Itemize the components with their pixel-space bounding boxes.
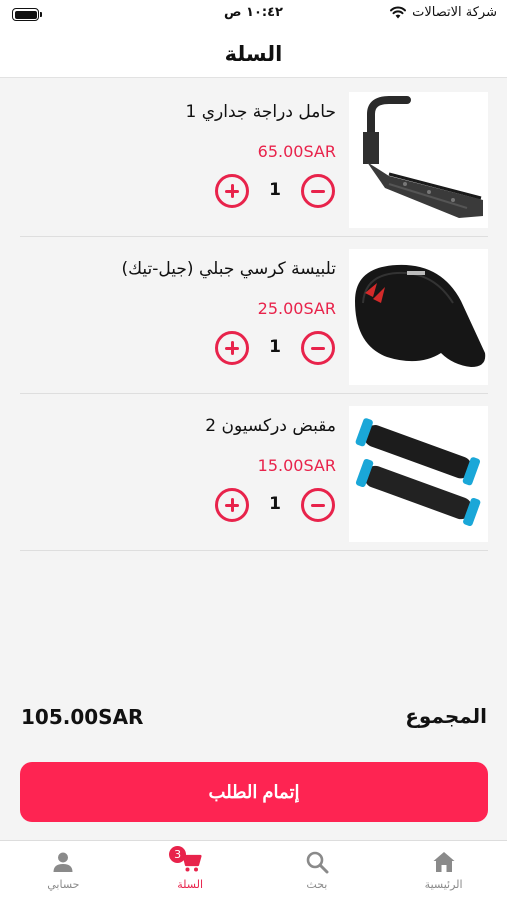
- total-value: 105.00SAR: [21, 705, 144, 729]
- decrease-quantity-button[interactable]: [301, 488, 335, 522]
- tab-label: حسابي: [47, 878, 80, 891]
- wall-bike-hanger-image: [349, 92, 488, 228]
- checkout-label: إتمام الطلب: [208, 781, 300, 802]
- handlebar-grips-image: [349, 406, 488, 542]
- page-title: السلة: [224, 41, 283, 66]
- tab-cart[interactable]: 3 السلة: [127, 841, 254, 900]
- carrier-label: شركة الاتصالات: [412, 5, 497, 20]
- status-carrier: شركة الاتصالات: [389, 5, 497, 20]
- user-icon: [53, 852, 73, 872]
- gel-seat-cover-image: [349, 249, 488, 385]
- tab-label: السلة: [177, 878, 203, 891]
- tab-bar: حسابي 3 السلة بحث الرئيسية: [0, 840, 507, 900]
- wifi-icon: [390, 6, 407, 19]
- item-price: 15.00SAR: [257, 456, 336, 475]
- cart-item[interactable]: مقبض دركسيون 2 15.00SAR 1: [20, 394, 488, 551]
- item-price: 65.00SAR: [257, 142, 336, 161]
- cart-count-badge: 3: [169, 846, 187, 863]
- item-name: تلبيسة كرسي جبلي (جيل-تيك): [121, 259, 336, 279]
- decrease-quantity-button[interactable]: [301, 174, 335, 208]
- tab-home[interactable]: الرئيسية: [380, 841, 507, 900]
- search-icon: [306, 851, 329, 874]
- status-bar: ١٠:٤٢ ص شركة الاتصالات: [0, 0, 507, 30]
- increase-quantity-button[interactable]: [215, 174, 249, 208]
- quantity-value: 1: [269, 494, 281, 514]
- item-name: مقبض دركسيون 2: [205, 416, 336, 436]
- nav-bar: السلة: [0, 30, 507, 78]
- decrease-quantity-button[interactable]: [301, 331, 335, 365]
- quantity-stepper: 1: [215, 174, 335, 208]
- cart-item[interactable]: حامل دراجة جداري 1 65.00SAR 1: [20, 80, 488, 237]
- total-label: المجموع: [405, 704, 487, 728]
- tab-label: الرئيسية: [424, 878, 463, 891]
- quantity-stepper: 1: [215, 488, 335, 522]
- tab-account[interactable]: حسابي: [0, 841, 127, 900]
- checkout-button[interactable]: إتمام الطلب: [20, 762, 488, 822]
- cart-item[interactable]: تلبيسة كرسي جبلي (جيل-تيك) 25.00SAR 1: [20, 237, 488, 394]
- tab-label: بحث: [306, 878, 328, 891]
- increase-quantity-button[interactable]: [215, 488, 249, 522]
- quantity-stepper: 1: [215, 331, 335, 365]
- item-price: 25.00SAR: [257, 299, 336, 318]
- tab-search[interactable]: بحث: [254, 841, 381, 900]
- item-name: حامل دراجة جداري 1: [185, 102, 336, 122]
- quantity-value: 1: [269, 180, 281, 200]
- home-icon: [433, 852, 455, 872]
- quantity-value: 1: [269, 337, 281, 357]
- increase-quantity-button[interactable]: [215, 331, 249, 365]
